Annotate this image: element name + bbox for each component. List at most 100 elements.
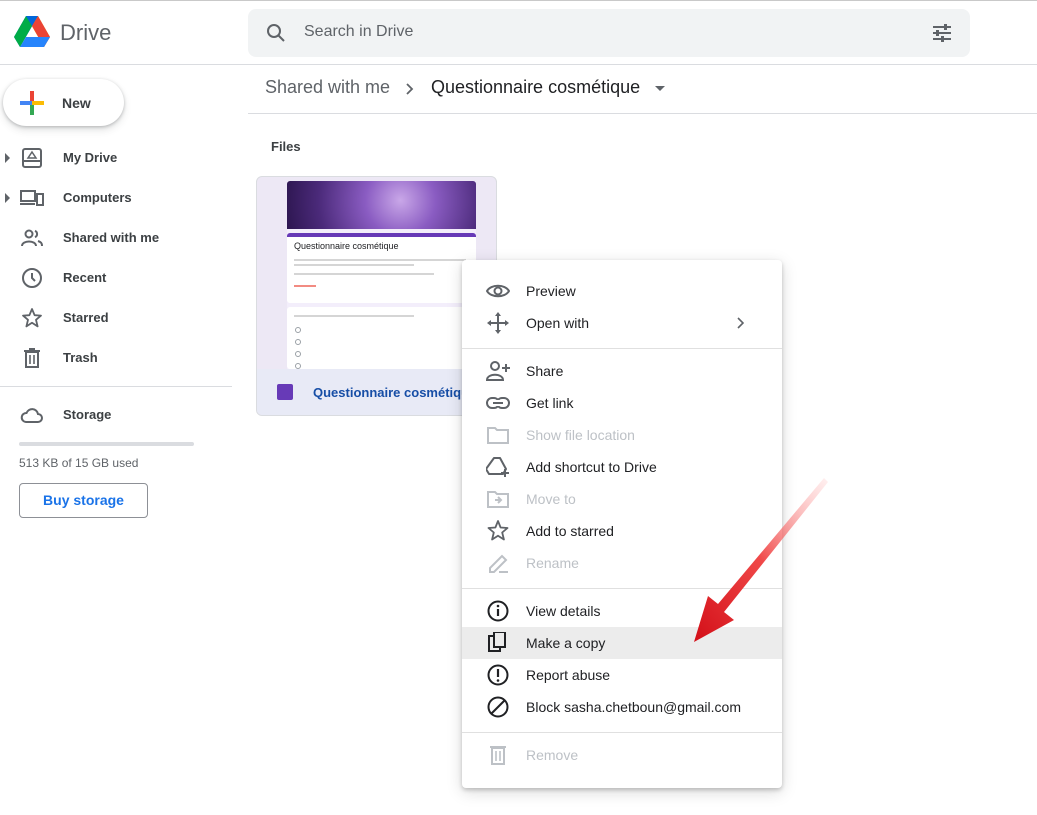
thumbnail-question-card: [287, 307, 476, 369]
computers-icon: [20, 190, 44, 206]
sidebar-item-label: Computers: [63, 190, 132, 205]
search-box[interactable]: Search in Drive: [248, 9, 970, 57]
sidebar-item-trash[interactable]: Trash: [0, 338, 232, 378]
trash-icon: [24, 348, 40, 368]
sidebar-item-my-drive[interactable]: My Drive: [0, 138, 232, 178]
copy-icon: [488, 632, 506, 652]
sidebar-item-shared-with-me[interactable]: Shared with me: [0, 218, 232, 258]
trash-icon: [490, 746, 506, 765]
thumbnail-text-line: [294, 285, 316, 287]
info-icon: [487, 600, 509, 622]
new-button[interactable]: New: [3, 79, 124, 126]
menu-divider: [462, 732, 782, 733]
menu-item-label: Move to: [526, 491, 576, 507]
my-drive-icon: [22, 148, 42, 168]
menu-item-label: Open with: [526, 315, 590, 331]
dropdown-arrow-icon[interactable]: [655, 86, 665, 91]
link-icon: [486, 397, 510, 409]
menu-item-label: Get link: [526, 395, 574, 411]
file-thumbnail: Questionnaire cosmétique: [287, 181, 476, 369]
person-add-icon: [486, 361, 510, 381]
menu-item-label: Report abuse: [526, 667, 611, 683]
menu-item-label: Make a copy: [526, 635, 606, 651]
thumbnail-header-image: [287, 181, 476, 229]
sidebar-item-recent[interactable]: Recent: [0, 258, 232, 298]
eye-icon: [486, 284, 510, 298]
top-bar: Drive Search in Drive: [0, 0, 1037, 65]
menu-item-label: Show file location: [526, 427, 635, 443]
breadcrumb-shared-with-me[interactable]: Shared with me: [265, 77, 390, 98]
files-section-label: Files: [271, 139, 301, 154]
plus-icon: [20, 91, 44, 115]
app-name[interactable]: Drive: [60, 20, 111, 46]
new-button-label: New: [62, 95, 91, 111]
annotation-arrow-icon: [694, 478, 828, 642]
sidebar-item-label: Shared with me: [63, 230, 160, 245]
thumbnail-text-line: [294, 264, 414, 266]
search-options-icon[interactable]: [930, 21, 954, 45]
search-icon[interactable]: [264, 21, 288, 45]
move-to-folder-icon: [487, 491, 509, 508]
sidebar-item-label: Recent: [63, 270, 107, 285]
menu-item-remove: Remove: [462, 739, 782, 771]
star-icon: [22, 308, 42, 328]
search-input[interactable]: Search in Drive: [304, 23, 413, 41]
move-arrows-icon: [487, 312, 509, 334]
shared-icon: [21, 229, 43, 247]
storage-progress-bar: [19, 442, 194, 446]
sidebar-item-label: Starred: [63, 310, 109, 325]
sidebar-item-label: Trash: [63, 350, 98, 365]
sidebar-divider: [0, 386, 232, 387]
expand-arrow-icon[interactable]: [5, 193, 10, 203]
menu-divider: [462, 348, 782, 349]
menu-item-label: Remove: [526, 747, 579, 763]
thumbnail-title-card: Questionnaire cosmétique: [287, 233, 476, 303]
menu-item-share[interactable]: Share: [462, 355, 782, 387]
menu-item-report-abuse[interactable]: Report abuse: [462, 659, 782, 691]
menu-item-label: Add to starred: [526, 523, 614, 539]
radio-icon: [295, 339, 301, 345]
menu-item-open-with[interactable]: Open with: [462, 307, 782, 339]
buy-storage-button[interactable]: Buy storage: [19, 483, 148, 518]
folder-icon: [487, 427, 509, 444]
menu-item-label: Block sasha.chetboun@gmail.com: [526, 699, 741, 715]
chevron-right-icon: [406, 83, 414, 95]
content-divider: [248, 113, 1037, 114]
menu-item-label: Rename: [526, 555, 579, 571]
clock-icon: [22, 268, 42, 288]
report-icon: [487, 664, 509, 686]
radio-icon: [295, 327, 301, 333]
sidebar-item-label: Storage: [63, 407, 112, 422]
sidebar-item-starred[interactable]: Starred: [0, 298, 232, 338]
sidebar-item-computers[interactable]: Computers: [0, 178, 232, 218]
menu-item-preview[interactable]: Preview: [462, 275, 782, 307]
sidebar-item-label: My Drive: [63, 150, 118, 165]
menu-item-label: Share: [526, 363, 564, 379]
radio-icon: [295, 351, 301, 357]
file-card-footer[interactable]: Questionnaire cosmétique: [257, 369, 496, 415]
expand-arrow-icon[interactable]: [5, 153, 10, 163]
thumbnail-title: Questionnaire cosmétique: [294, 241, 399, 251]
menu-item-label: View details: [526, 603, 601, 619]
file-name[interactable]: Questionnaire cosmétique: [313, 385, 476, 400]
breadcrumb-current-folder[interactable]: Questionnaire cosmétique: [431, 77, 640, 98]
cloud-icon: [20, 408, 43, 423]
thumbnail-text-line: [294, 259, 466, 261]
menu-item-label: Add shortcut to Drive: [526, 459, 657, 475]
chevron-right-icon: [737, 317, 744, 329]
sidebar-item-storage[interactable]: Storage: [0, 395, 232, 435]
storage-used-text: 513 KB of 15 GB used: [19, 456, 139, 470]
file-card[interactable]: Questionnaire cosmétique Questionnaire c…: [256, 176, 497, 416]
drive-logo-icon[interactable]: [14, 15, 50, 49]
pencil-icon: [489, 554, 508, 573]
thumbnail-text-line: [294, 315, 414, 317]
star-icon: [487, 520, 509, 541]
menu-item-show-file-location: Show file location: [462, 419, 782, 451]
menu-item-label: Preview: [526, 283, 576, 299]
menu-item-block-user[interactable]: Block sasha.chetboun@gmail.com: [462, 691, 782, 723]
thumbnail-text-line: [294, 273, 434, 275]
menu-item-get-link[interactable]: Get link: [462, 387, 782, 419]
add-shortcut-icon: [486, 457, 509, 477]
block-icon: [487, 696, 509, 718]
google-forms-icon: [277, 384, 293, 400]
